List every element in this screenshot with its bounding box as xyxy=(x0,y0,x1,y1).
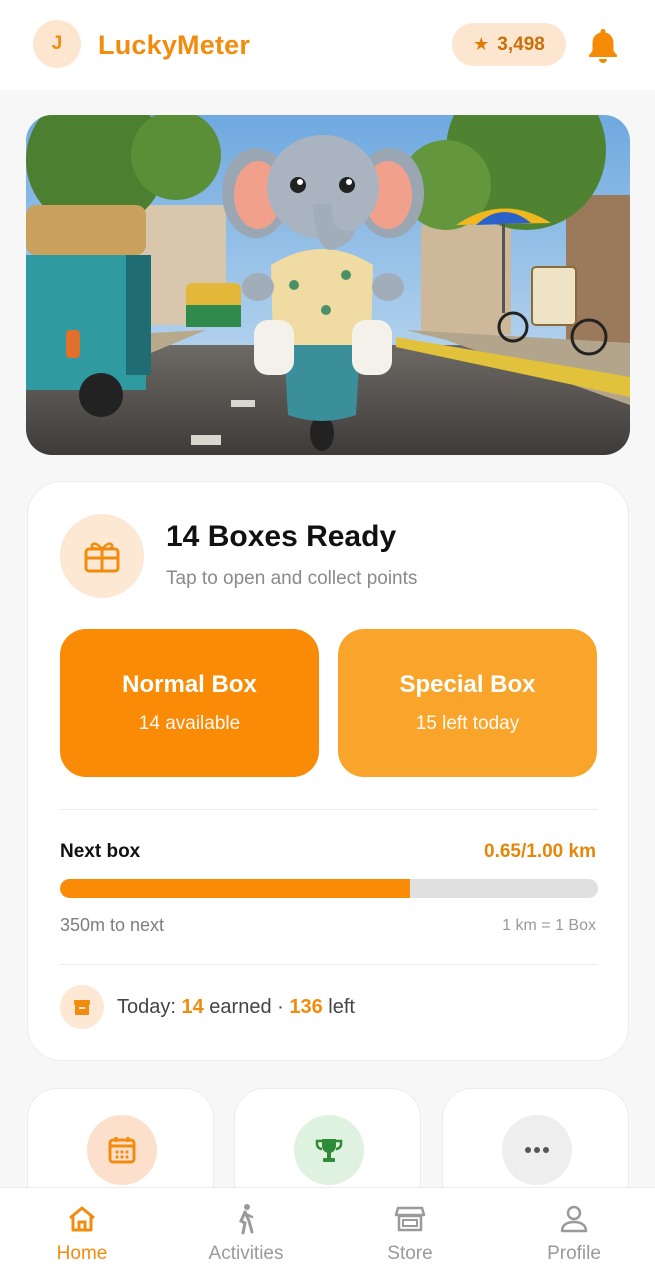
archive-box-icon xyxy=(60,985,104,1029)
special-box-button[interactable]: Special Box 15 left today xyxy=(338,629,597,777)
normal-box-label: Normal Box xyxy=(122,671,257,698)
avatar[interactable]: J xyxy=(33,20,81,68)
nav-label: Activities xyxy=(208,1243,284,1264)
nav-profile[interactable]: Profile xyxy=(509,1188,639,1280)
progress-fill xyxy=(60,879,410,898)
conversion-rule: 1 km = 1 Box xyxy=(502,917,596,934)
app-title: LuckyMeter xyxy=(98,30,251,60)
trophy-icon xyxy=(294,1115,364,1185)
points-badge[interactable]: ★ 3,498 xyxy=(452,23,566,66)
today-earned: 14 xyxy=(181,996,204,1018)
distance-remaining: 350m to next xyxy=(60,915,165,935)
app-header: J LuckyMeter ★ 3,498 xyxy=(0,0,655,90)
nav-label: Store xyxy=(387,1243,433,1264)
nav-label: Home xyxy=(56,1243,108,1264)
next-box-progress xyxy=(60,879,598,898)
boxes-ready-subtitle: Tap to open and collect points xyxy=(166,568,418,589)
next-box-distance: 0.65/1.00 km xyxy=(484,841,596,862)
divider xyxy=(60,809,598,810)
walking-icon xyxy=(239,1204,254,1235)
bell-icon[interactable] xyxy=(586,26,620,64)
person-icon xyxy=(560,1205,588,1233)
gift-icon xyxy=(60,514,144,598)
star-icon: ★ xyxy=(473,34,490,54)
today-summary: Today: 14 earned · 136 left xyxy=(117,996,355,1019)
nav-store[interactable]: Store xyxy=(345,1188,475,1280)
boxes-ready-title: 14 Boxes Ready xyxy=(166,520,397,553)
hero-banner xyxy=(26,115,630,455)
hero-illustration xyxy=(26,115,630,455)
bottom-nav: Home Activities Store Profile xyxy=(0,1187,655,1280)
home-icon xyxy=(69,1206,95,1232)
nav-activities[interactable]: Activities xyxy=(181,1188,311,1280)
store-icon xyxy=(394,1206,426,1232)
nav-label: Profile xyxy=(547,1243,601,1264)
today-left-suffix: left xyxy=(322,996,355,1018)
calendar-icon xyxy=(87,1115,157,1185)
today-earned-suffix: earned · xyxy=(203,996,290,1018)
today-left: 136 xyxy=(289,996,323,1018)
normal-box-button[interactable]: Normal Box 14 available xyxy=(60,629,319,777)
today-prefix: Today: xyxy=(117,996,182,1018)
more-icon xyxy=(502,1115,572,1185)
nav-home[interactable]: Home xyxy=(17,1188,147,1280)
divider xyxy=(60,964,598,965)
next-box-label: Next box xyxy=(60,841,141,862)
special-box-label: Special Box xyxy=(399,671,536,698)
normal-box-count: 14 available xyxy=(138,713,241,734)
points-value: 3,498 xyxy=(497,33,545,55)
boxes-card: 14 Boxes Ready Tap to open and collect p… xyxy=(27,481,629,1061)
special-box-count: 15 left today xyxy=(415,713,520,734)
